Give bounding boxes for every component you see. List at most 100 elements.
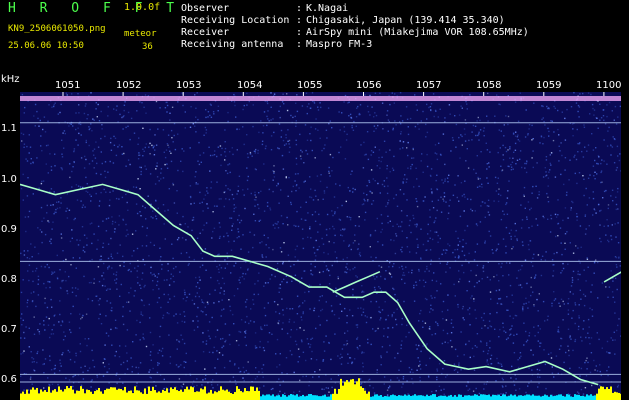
noise-speck	[394, 293, 396, 296]
strip-bar	[74, 393, 76, 400]
strip-bar	[198, 391, 200, 400]
noise-speck	[587, 177, 590, 179]
noise-speck	[445, 271, 447, 273]
noise-speck	[55, 211, 57, 214]
noise-speck	[139, 154, 141, 156]
noise-speck	[124, 345, 127, 347]
noise-speck	[83, 167, 86, 169]
noise-speck	[46, 306, 49, 309]
noise-speck	[25, 158, 27, 160]
noise-speck	[571, 281, 574, 283]
noise-speck	[436, 290, 438, 292]
noise-speck	[587, 92, 590, 94]
noise-speck	[40, 182, 43, 185]
noise-speck	[395, 124, 397, 126]
noise-speck	[457, 371, 459, 373]
noise-speck	[373, 130, 375, 132]
noise-speck	[135, 385, 138, 387]
noise-speck	[490, 363, 493, 365]
noise-speck	[255, 148, 257, 151]
noise-speck	[608, 240, 610, 243]
noise-speck	[317, 106, 319, 108]
noise-speck	[244, 331, 246, 333]
noise-speck	[380, 160, 382, 163]
noise-speck	[245, 329, 247, 332]
noise-speck	[583, 178, 585, 180]
noise-speck	[328, 269, 330, 272]
noise-speck	[109, 141, 112, 144]
noise-speck	[156, 284, 158, 286]
noise-speck	[450, 332, 453, 334]
noise-speck	[229, 305, 231, 308]
noise-speck	[576, 182, 578, 185]
noise-speck	[93, 278, 95, 280]
noise-speck	[561, 253, 563, 256]
noise-speck	[27, 299, 29, 301]
noise-speck	[180, 334, 182, 336]
strip-bar	[528, 394, 530, 400]
strip-bar	[54, 389, 56, 400]
noise-speck	[80, 384, 83, 386]
noise-speck	[442, 300, 445, 303]
noise-speck	[592, 197, 595, 200]
strip-bar	[270, 395, 272, 400]
noise-speck	[557, 109, 559, 112]
noise-speck	[164, 156, 167, 159]
noise-speck	[216, 329, 219, 331]
noise-speck	[520, 204, 522, 206]
noise-speck	[287, 224, 289, 226]
noise-speck	[315, 327, 317, 330]
noise-speck	[66, 292, 69, 295]
noise-speck	[233, 210, 235, 213]
noise-speck	[235, 383, 237, 385]
noise-speck	[302, 351, 305, 353]
noise-speck	[315, 195, 317, 197]
noise-speck	[149, 369, 151, 371]
noise-speck	[574, 338, 577, 341]
noise-speck	[580, 367, 583, 370]
noise-speck	[83, 246, 85, 248]
noise-speck	[439, 262, 441, 264]
noise-speck	[213, 205, 216, 207]
noise-speck	[300, 339, 303, 341]
noise-speck	[48, 266, 50, 269]
noise-speck	[106, 300, 108, 302]
noise-speck	[486, 361, 488, 363]
noise-speck	[440, 389, 442, 391]
noise-speck	[342, 228, 344, 230]
noise-speck	[452, 139, 454, 141]
noise-speck	[244, 321, 247, 323]
noise-speck	[572, 201, 574, 204]
noise-speck	[295, 343, 298, 346]
noise-speck	[322, 270, 324, 273]
noise-speck	[178, 341, 181, 343]
strip-bar	[606, 387, 608, 400]
noise-speck	[519, 284, 522, 286]
noise-speck	[40, 135, 42, 137]
noise-speck	[120, 363, 122, 366]
noise-speck	[146, 234, 148, 237]
noise-speck	[365, 321, 368, 324]
noise-speck	[20, 317, 22, 319]
strip-bar	[498, 394, 500, 400]
noise-speck	[71, 287, 74, 289]
noise-speck	[274, 275, 276, 278]
noise-speck	[60, 202, 62, 204]
strip-bar	[534, 395, 536, 400]
noise-speck	[430, 168, 433, 170]
noise-speck	[488, 162, 490, 164]
noise-speck	[346, 315, 348, 317]
noise-speck	[115, 271, 118, 273]
strip-bar	[192, 387, 194, 400]
noise-speck	[436, 153, 438, 155]
noise-speck	[321, 388, 323, 390]
noise-speck	[387, 119, 390, 121]
noise-speck	[611, 189, 614, 191]
noise-speck	[386, 177, 388, 179]
noise-speck	[589, 113, 591, 115]
strip-bar	[558, 394, 560, 400]
noise-speck	[150, 359, 152, 361]
noise-speck	[345, 200, 347, 203]
noise-speck	[282, 322, 284, 324]
noise-speck	[496, 302, 499, 305]
